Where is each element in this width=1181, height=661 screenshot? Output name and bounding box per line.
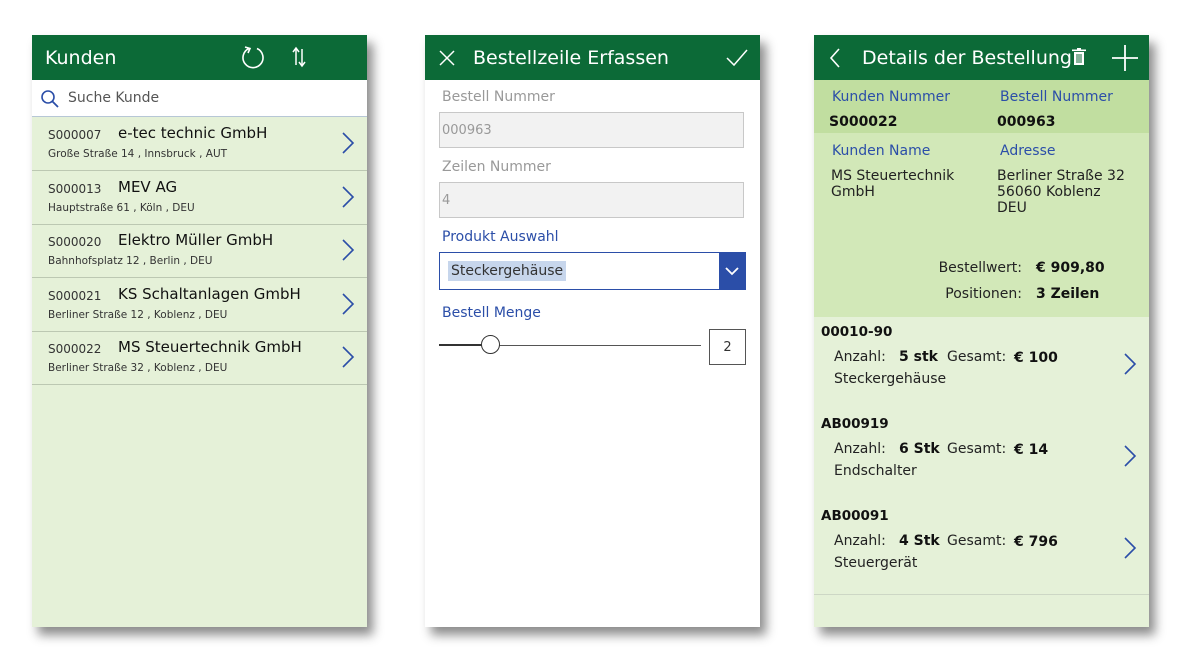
order-line-row[interactable]: AB00091 Anzahl: 4 Stk Gesamt: € 796 Steuerger… [814,502,1149,595]
customer-number-label: Kunden Nummer [832,89,951,105]
line-total: € 14 [1014,442,1049,458]
search-icon [41,90,59,108]
search-input[interactable]: Suche Kunde [68,90,159,106]
customer-row[interactable]: S000020 Elektro Müller GmbH Bahnhofsplatz … [32,224,367,278]
chevron-right-icon[interactable] [1123,536,1137,564]
customer-name-value: MS Steuertechnik GmbH [831,168,955,200]
quantity-slider-handle[interactable] [481,335,500,354]
line-total-label: Gesamt: [947,441,1007,457]
product-label: Produkt Auswahl [442,229,559,245]
customer-row[interactable]: S000007 e-tec technic GmbH Große Straße 14… [32,117,367,171]
line-number-label: Zeilen Nummer [442,159,551,175]
chevron-right-icon[interactable] [341,185,355,213]
line-id: AB00091 [821,508,889,524]
customer-address: Große Straße 14 , Innsbruck , AUT [48,148,228,160]
customer-number-value: S000022 [829,114,898,130]
customer-address: Berliner Straße 32 , Koblenz , DEU [48,362,228,374]
quantity-value: 2 [723,340,732,355]
customers-title: Kunden [45,47,117,69]
quantity-input[interactable]: 2 [709,329,746,365]
order-number-field: 000963 [439,112,744,148]
close-icon[interactable] [437,48,457,68]
chevron-right-icon[interactable] [341,238,355,266]
customer-address: Hauptstraße 61 , Köln , DEU [48,201,195,214]
line-id: AB00919 [821,416,889,432]
order-info-panel: Kunden Nummer Bestell Nummer S000022 000… [814,80,1149,317]
chevron-right-icon[interactable] [341,345,355,373]
positions-label: Positionen: [945,286,1022,302]
dropdown-button[interactable] [719,253,745,289]
order-line-row[interactable]: AB00919 Anzahl: 6 Stk Gesamt: € 14 Endschalte… [814,410,1149,503]
customer-name: MS Steuertechnik GmbH [118,338,302,356]
order-details-screen: Details der Bestellung Kunden Nummer Bes… [814,35,1149,627]
line-qty: 5 stk [899,349,938,365]
back-icon[interactable] [828,47,842,69]
line-qty: 6 Stk [899,441,940,457]
customer-name: e-tec technic GmbH [118,124,268,142]
product-dropdown[interactable]: Steckergehäuse [439,252,746,290]
order-value-label: Bestellwert: [938,260,1022,276]
customer-id: S000021 [48,288,102,303]
checkmark-icon[interactable] [725,48,749,68]
customer-name: MEV AG [118,177,178,196]
customer-row[interactable]: S000013 MEV AG Hauptstraße 61 , Köln , DEU [32,171,367,225]
line-total: € 100 [1014,350,1058,366]
line-id: 00010-90 [821,324,893,340]
order-number-value: 000963 [997,114,1056,130]
customer-address: Berliner Straße 12 , Koblenz , DEU [48,308,228,321]
customer-id: S000022 [48,342,102,356]
add-icon[interactable] [1110,43,1140,73]
chevron-down-icon [725,267,739,276]
address-label: Adresse [1000,143,1056,159]
positions-value: 3 Zeilen [1036,286,1100,302]
line-product: Steuergerät [834,555,918,571]
customers-screen: Kunden Suche Kunde S000007 e-tec technic … [32,35,367,627]
order-details-title: Details der Bestellung [862,47,1072,69]
order-line-screen: Bestellzeile Erfassen Bestell Nummer 000… [425,35,760,627]
customer-id: S000007 [48,128,102,142]
customer-id: S000020 [48,235,102,249]
line-qty-label: Anzahl: [834,441,886,457]
chevron-right-icon[interactable] [341,292,355,320]
line-qty: 4 Stk [899,533,940,549]
customer-row[interactable]: S000021 KS Schaltanlagen GmbH Berliner Str… [32,278,367,332]
line-product: Steckergehäuse [834,371,947,387]
customer-address: Bahnhofsplatz 12 , Berlin , DEU [48,255,213,267]
order-line-header: Bestellzeile Erfassen [425,35,760,80]
refresh-icon[interactable] [240,44,266,70]
customer-name-label: Kunden Name [832,143,931,159]
trash-icon[interactable] [1071,47,1087,67]
product-selected: Steckergehäuse [448,261,567,281]
line-product: Endschalter [834,463,917,479]
order-value: € 909,80 [1036,260,1105,276]
customer-id: S000013 [48,181,102,196]
line-qty-label: Anzahl: [834,533,886,549]
chevron-right-icon[interactable] [1123,444,1137,472]
customer-search[interactable]: Suche Kunde [32,80,367,117]
customers-header: Kunden [32,35,367,80]
customer-name: KS Schaltanlagen GmbH [118,284,301,303]
customer-name: Elektro Müller GmbH [118,231,274,249]
address-line-1: Berliner Straße 32 [997,168,1125,184]
line-total: € 796 [1014,534,1058,550]
order-number-label: Bestell Nummer [442,89,555,105]
line-number-value: 4 [442,193,451,208]
order-line-title: Bestellzeile Erfassen [473,47,669,69]
order-line-row[interactable]: 00010-90 Anzahl: 5 stk Gesamt: € 100 Steckerg… [814,318,1149,411]
order-number-value: 000963 [442,123,492,138]
order-number-label: Bestell Nummer [1000,89,1113,105]
line-total-label: Gesamt: [947,533,1007,549]
sort-icon[interactable] [290,46,308,68]
quantity-label: Bestell Menge [442,305,541,321]
order-details-header: Details der Bestellung [814,35,1149,80]
address-line-3: DEU [997,200,1027,216]
chevron-right-icon[interactable] [1123,352,1137,380]
line-number-field: 4 [439,182,744,218]
address-line-2: 56060 Koblenz [997,184,1101,200]
line-total-label: Gesamt: [947,349,1007,365]
line-qty-label: Anzahl: [834,349,886,365]
customer-row[interactable]: S000022 MS Steuertechnik GmbH Berliner Str… [32,331,367,385]
chevron-right-icon[interactable] [341,131,355,159]
